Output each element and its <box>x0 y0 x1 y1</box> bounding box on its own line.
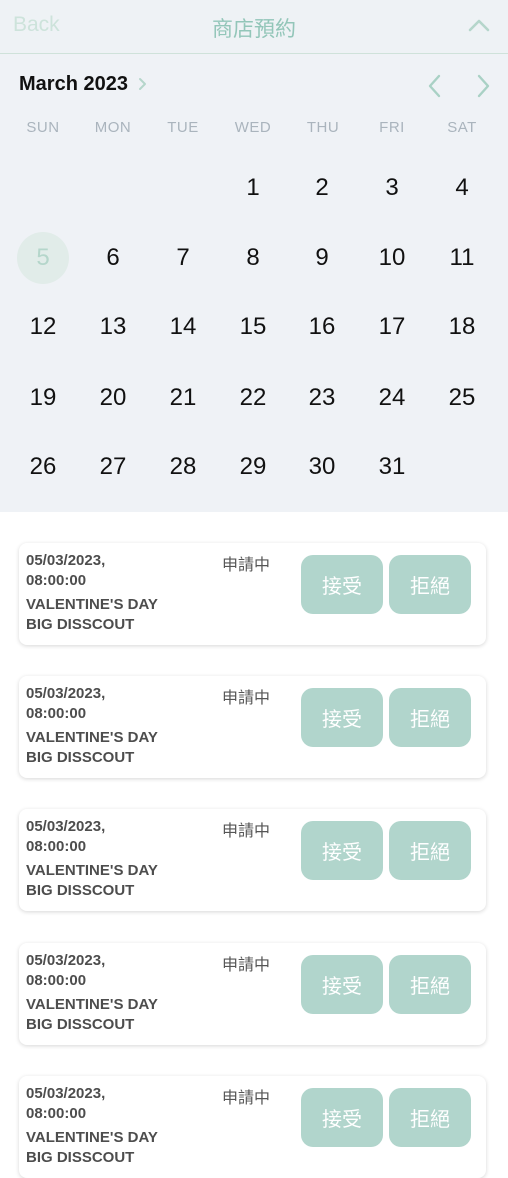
reject-button[interactable]: 拒絕 <box>389 555 471 614</box>
status-badge: 申請中 <box>222 555 271 574</box>
calendar-day[interactable]: 23 <box>296 372 348 424</box>
calendar-day[interactable]: 20 <box>87 372 139 424</box>
calendar-day[interactable]: 27 <box>87 441 139 493</box>
calendar-day[interactable]: 22 <box>227 372 279 424</box>
calendar-day[interactable]: 24 <box>366 372 418 424</box>
weekday-label: THU <box>306 119 340 136</box>
calendar-day[interactable]: 19 <box>17 372 69 424</box>
calendar-day[interactable]: 28 <box>157 441 209 493</box>
status-badge: 申請中 <box>222 955 271 974</box>
calendar-day[interactable]: 9 <box>296 232 348 284</box>
reject-button[interactable]: 拒絕 <box>389 1088 471 1147</box>
weekday-label: TUE <box>167 119 199 136</box>
weekday-label: WED <box>234 119 272 136</box>
status-badge: 申請中 <box>222 688 271 707</box>
status-badge: 申請中 <box>222 1088 271 1107</box>
booking-datetime: 05/03/2023, 08:00:00 <box>26 818 106 855</box>
booking-event-title: VALENTINE'S DAY BIG DISSCOUT <box>26 996 158 1033</box>
calendar-day[interactable]: 13 <box>87 301 139 353</box>
calendar-day[interactable]: 4 <box>436 162 488 214</box>
booking-card: 05/03/2023, 08:00:00 VALENTINE'S DAY BIG … <box>19 1076 486 1178</box>
reject-button[interactable]: 拒絕 <box>389 955 471 1014</box>
booking-datetime: 05/03/2023, 08:00:00 <box>26 685 106 722</box>
weekday-label: FRI <box>379 119 405 136</box>
calendar-day[interactable]: 5 <box>17 232 69 284</box>
weekday-label: SUN <box>26 119 60 136</box>
calendar-day[interactable]: 21 <box>157 372 209 424</box>
calendar-day[interactable]: 16 <box>296 301 348 353</box>
calendar-day[interactable]: 11 <box>436 232 488 284</box>
header-bar: Back 商店預約 <box>0 0 508 54</box>
calendar-day[interactable]: 29 <box>227 441 279 493</box>
next-month-icon[interactable] <box>472 71 494 101</box>
calendar: March 2023 SUN MON TUE WED THU FRI SAT 1234567… <box>0 54 508 512</box>
month-title: March 2023 <box>19 72 128 95</box>
calendar-day[interactable]: 8 <box>227 232 279 284</box>
accept-button[interactable]: 接受 <box>301 821 383 880</box>
reject-button[interactable]: 拒絕 <box>389 688 471 747</box>
booking-card: 05/03/2023, 08:00:00 VALENTINE'S DAY BIG … <box>19 809 486 911</box>
calendar-day[interactable]: 1 <box>227 162 279 214</box>
booking-datetime: 05/03/2023, 08:00:00 <box>26 552 106 589</box>
calendar-day[interactable]: 18 <box>436 301 488 353</box>
chevron-right-icon <box>138 78 146 90</box>
reject-button[interactable]: 拒絕 <box>389 821 471 880</box>
accept-button[interactable]: 接受 <box>301 555 383 614</box>
calendar-day[interactable]: 26 <box>17 441 69 493</box>
month-selector[interactable]: March 2023 <box>19 71 150 97</box>
booking-event-title: VALENTINE'S DAY BIG DISSCOUT <box>26 596 158 633</box>
weekday-label: SAT <box>447 119 477 136</box>
booking-card: 05/03/2023, 08:00:00 VALENTINE'S DAY BIG … <box>19 943 486 1045</box>
accept-button[interactable]: 接受 <box>301 955 383 1014</box>
booking-card: 05/03/2023, 08:00:00 VALENTINE'S DAY BIG … <box>19 676 486 778</box>
calendar-day[interactable]: 30 <box>296 441 348 493</box>
calendar-day[interactable]: 3 <box>366 162 418 214</box>
calendar-day[interactable]: 2 <box>296 162 348 214</box>
calendar-day[interactable]: 15 <box>227 301 279 353</box>
status-badge: 申請中 <box>222 821 271 840</box>
booking-event-title: VALENTINE'S DAY BIG DISSCOUT <box>26 729 158 766</box>
weekday-label: MON <box>94 119 132 136</box>
accept-button[interactable]: 接受 <box>301 1088 383 1147</box>
calendar-day[interactable]: 12 <box>17 301 69 353</box>
calendar-day[interactable]: 10 <box>366 232 418 284</box>
chevron-up-icon[interactable] <box>466 12 492 38</box>
weekday-header: SUN MON TUE WED THU FRI SAT <box>0 119 508 139</box>
page-title: 商店預約 <box>212 17 296 41</box>
booking-datetime: 05/03/2023, 08:00:00 <box>26 1085 106 1122</box>
booking-card: 05/03/2023, 08:00:00 VALENTINE'S DAY BIG … <box>19 543 486 645</box>
booking-list: 05/03/2023, 08:00:00 VALENTINE'S DAY BIG … <box>0 512 508 1178</box>
calendar-day[interactable]: 7 <box>157 232 209 284</box>
booking-datetime: 05/03/2023, 08:00:00 <box>26 952 106 989</box>
accept-button[interactable]: 接受 <box>301 688 383 747</box>
previous-month-icon[interactable] <box>424 71 446 101</box>
calendar-day[interactable]: 6 <box>87 232 139 284</box>
booking-event-title: VALENTINE'S DAY BIG DISSCOUT <box>26 1129 158 1166</box>
calendar-day[interactable]: 17 <box>366 301 418 353</box>
calendar-day[interactable]: 31 <box>366 441 418 493</box>
booking-event-title: VALENTINE'S DAY BIG DISSCOUT <box>26 862 158 899</box>
calendar-day[interactable]: 14 <box>157 301 209 353</box>
calendar-day[interactable]: 25 <box>436 372 488 424</box>
